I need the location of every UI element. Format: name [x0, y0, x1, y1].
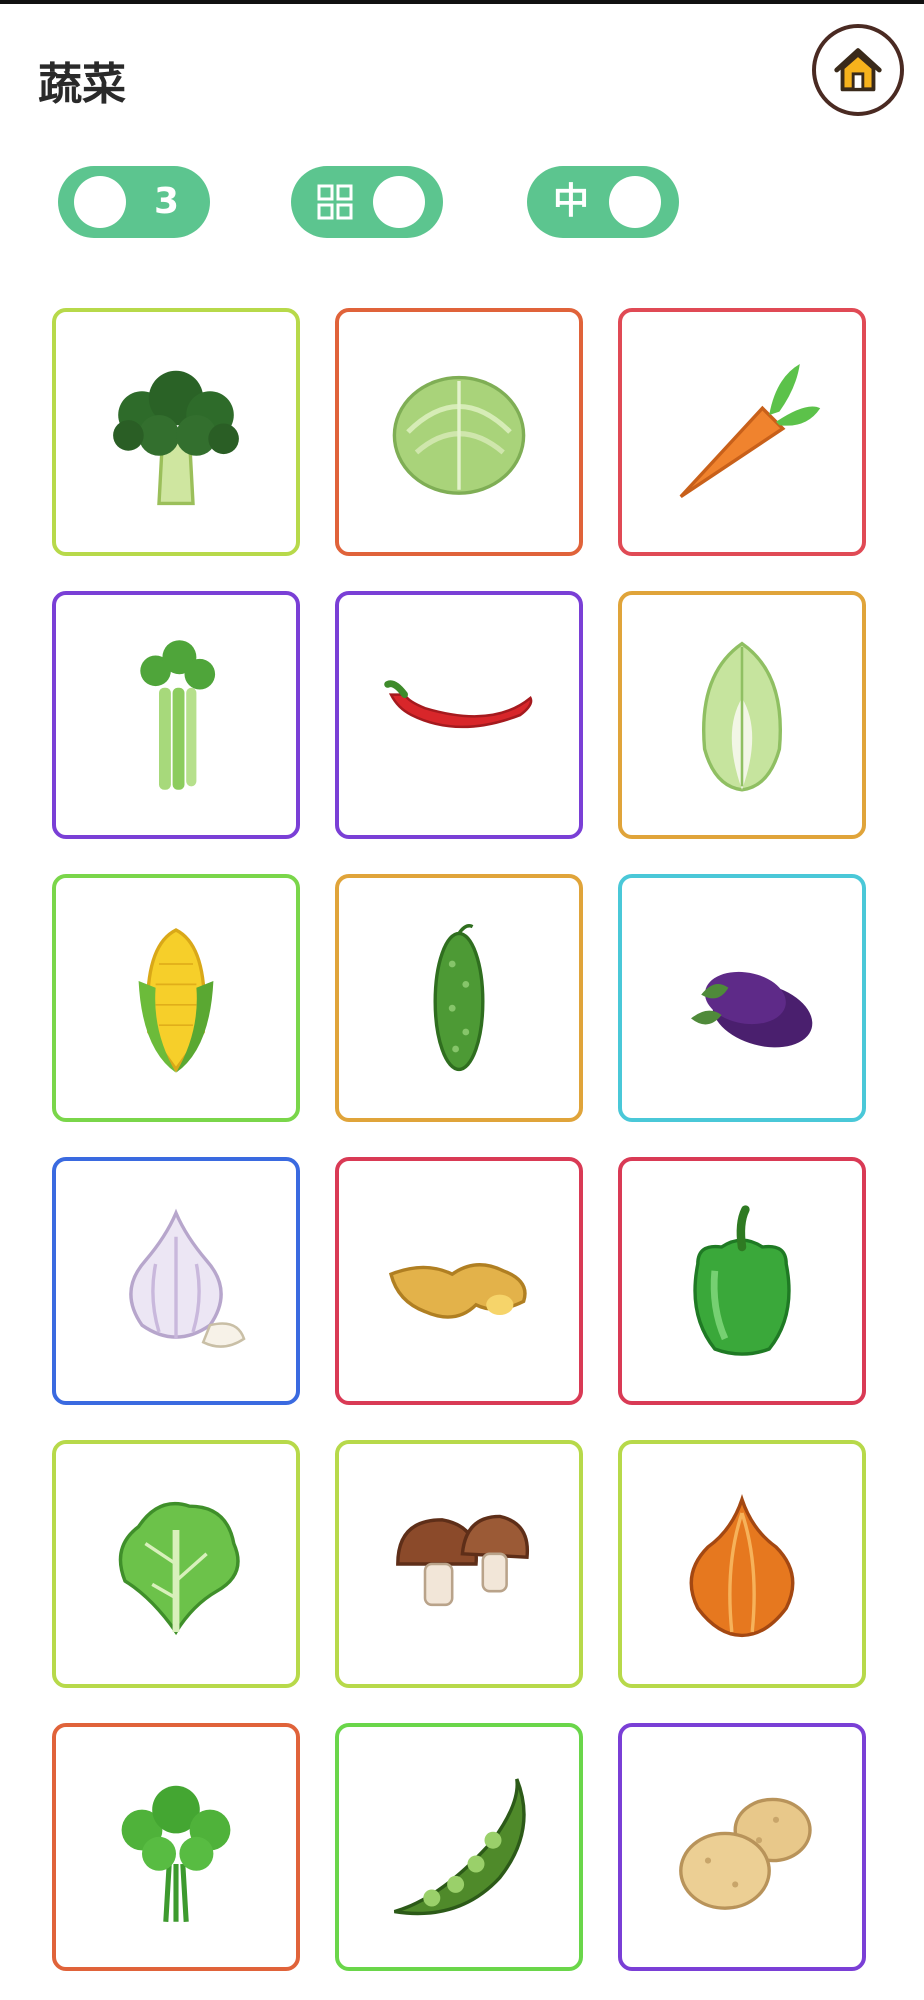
- card-pea-pod[interactable]: [335, 1723, 583, 1971]
- count-value: 3: [154, 181, 180, 222]
- card-potato[interactable]: [618, 1723, 866, 1971]
- toggle-knob: [609, 176, 661, 228]
- chili-pepper-icon: [384, 680, 533, 729]
- card-eggplant[interactable]: [618, 874, 866, 1122]
- pea-pod-icon: [393, 1778, 526, 1916]
- cucumber-icon: [433, 924, 485, 1072]
- potato-icon: [679, 1797, 812, 1910]
- home-icon: [834, 48, 882, 92]
- corn-icon: [138, 928, 214, 1073]
- card-green-pepper[interactable]: [618, 1157, 866, 1405]
- card-lettuce[interactable]: [52, 1440, 300, 1688]
- cabbage-icon: [392, 375, 526, 495]
- card-celery[interactable]: [52, 591, 300, 839]
- garlic-icon: [129, 1208, 246, 1348]
- celery-icon: [140, 640, 216, 790]
- page-title: 蔬菜: [38, 59, 126, 110]
- onion-icon: [689, 1494, 795, 1638]
- card-carrot[interactable]: [618, 308, 866, 556]
- card-napa-cabbage[interactable]: [618, 591, 866, 839]
- card-garlic[interactable]: [52, 1157, 300, 1405]
- home-button[interactable]: [812, 24, 904, 116]
- mushroom-icon: [396, 1514, 530, 1607]
- count-toggle[interactable]: 3: [58, 166, 210, 238]
- napa-cabbage-icon: [702, 641, 782, 792]
- card-cabbage[interactable]: [335, 308, 583, 556]
- status-edge: [0, 0, 924, 4]
- toggle-knob: [373, 176, 425, 228]
- card-onion[interactable]: [618, 1440, 866, 1688]
- layout-toggle[interactable]: [291, 166, 443, 238]
- grid-icon: [317, 184, 353, 220]
- size-value: 中: [553, 181, 590, 222]
- eggplant-icon: [691, 971, 813, 1048]
- lettuce-icon: [118, 1501, 240, 1636]
- size-toggle[interactable]: 中: [527, 166, 679, 238]
- card-cucumber[interactable]: [335, 874, 583, 1122]
- green-pepper-icon: [693, 1205, 791, 1356]
- card-ginger[interactable]: [335, 1157, 583, 1405]
- carrot-icon: [679, 364, 821, 499]
- card-corn[interactable]: [52, 874, 300, 1122]
- toggle-knob: [74, 176, 126, 228]
- card-broccoli[interactable]: [52, 308, 300, 556]
- ginger-icon: [388, 1263, 527, 1319]
- broccoli-icon: [113, 370, 239, 506]
- card-cilantro[interactable]: [52, 1723, 300, 1971]
- card-mushroom[interactable]: [335, 1440, 583, 1688]
- card-chili-pepper[interactable]: [335, 591, 583, 839]
- cilantro-icon: [121, 1785, 231, 1922]
